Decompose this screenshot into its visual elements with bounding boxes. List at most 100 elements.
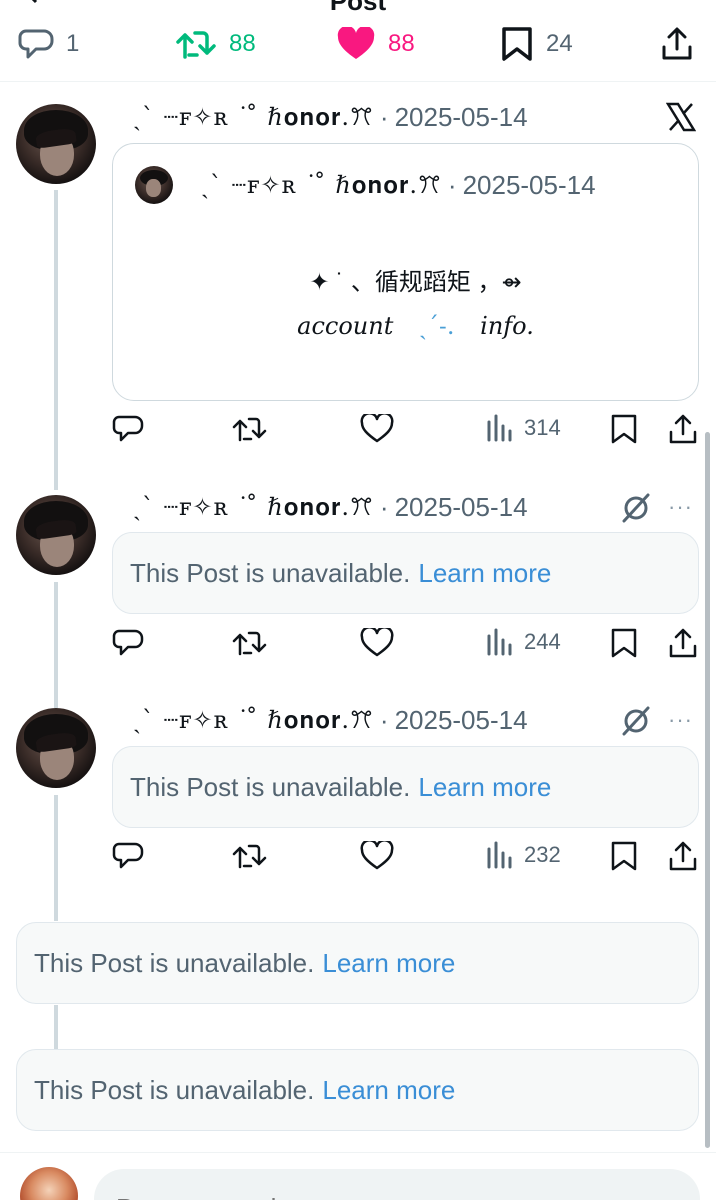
repost-button[interactable] bbox=[232, 841, 268, 871]
learn-more-link[interactable]: Learn more bbox=[418, 558, 551, 589]
x-logo-icon bbox=[666, 102, 696, 132]
thread-line bbox=[54, 795, 58, 921]
bookmark-icon bbox=[611, 628, 637, 658]
like-count: 88 bbox=[388, 30, 415, 57]
views-chart-icon bbox=[487, 841, 512, 869]
scrollbar[interactable] bbox=[705, 432, 710, 1148]
author-name[interactable]: ˎˋ ┈ꜰ✧ʀ ˙ ̊ ℏ𝐨𝐧𝐨𝐫.ꔫ bbox=[133, 706, 374, 735]
views-chart-icon bbox=[487, 414, 512, 442]
tweet-actions: 232 bbox=[112, 841, 702, 877]
more-options-icon[interactable]: ··· bbox=[668, 494, 693, 520]
tweet-header: ˎˋ ┈ꜰ✧ʀ ˙ ̊ ℏ𝐨𝐧𝐨𝐫.ꔫ · 2025-05-14 bbox=[133, 102, 528, 132]
views-count: 244 bbox=[524, 629, 561, 654]
like-button[interactable] bbox=[360, 414, 394, 444]
separator-dot: · bbox=[379, 101, 389, 132]
unavailable-text: This Post is unavailable. bbox=[130, 557, 411, 588]
avatar[interactable] bbox=[16, 104, 96, 184]
reply-button[interactable] bbox=[112, 841, 144, 871]
like-button[interactable] bbox=[360, 628, 394, 658]
page-title: Post bbox=[329, 0, 387, 16]
tweet-date[interactable]: 2025-05-14 bbox=[395, 492, 528, 523]
reply-bar bbox=[0, 1152, 716, 1200]
reply-button[interactable] bbox=[112, 628, 144, 658]
share-button[interactable] bbox=[668, 841, 698, 871]
share-button[interactable] bbox=[668, 414, 698, 444]
tweet-actions: 244 bbox=[112, 628, 702, 664]
bookmark-icon bbox=[502, 27, 532, 61]
tweet-date[interactable]: 2025-05-14 bbox=[395, 102, 528, 133]
grok-icon[interactable] bbox=[620, 492, 652, 524]
views-chart-icon bbox=[487, 628, 512, 656]
bookmark-button[interactable]: 24 bbox=[500, 26, 573, 62]
heart-icon bbox=[360, 414, 394, 443]
reply-icon bbox=[112, 415, 144, 442]
reply-button[interactable] bbox=[112, 414, 144, 444]
views-button[interactable]: 232 bbox=[486, 841, 561, 869]
heart-icon bbox=[360, 841, 394, 870]
repost-button[interactable]: 88 bbox=[175, 26, 256, 62]
author-name[interactable]: ˎˋ ┈ꜰ✧ʀ ˙ ̊ ℏ𝐨𝐧𝐨𝐫.ꔫ bbox=[133, 493, 374, 522]
like-button[interactable] bbox=[360, 841, 394, 871]
reply-button[interactable]: 1 bbox=[18, 26, 79, 62]
views-count: 314 bbox=[524, 415, 561, 440]
like-button[interactable]: 88 bbox=[336, 26, 415, 62]
bookmark-button[interactable] bbox=[610, 628, 638, 658]
repost-icon bbox=[232, 844, 267, 869]
post-action-bar: 1 88 88 24 bbox=[0, 20, 716, 82]
reply-input[interactable] bbox=[94, 1169, 700, 1200]
repost-button[interactable] bbox=[232, 414, 268, 444]
author-name[interactable]: ˎˋ ┈ꜰ✧ʀ ˙ ̊ ℏ𝐨𝐧𝐨𝐫.ꔫ bbox=[133, 103, 374, 132]
learn-more-link[interactable]: Learn more bbox=[322, 948, 455, 979]
reply-icon bbox=[112, 629, 144, 656]
views-button[interactable]: 314 bbox=[486, 414, 561, 442]
unavailable-text: This Post is unavailable. bbox=[130, 771, 411, 802]
more-options-icon[interactable]: ··· bbox=[668, 707, 693, 733]
share-icon bbox=[669, 841, 697, 871]
quoted-text-line-1: ✦ ˙ 、循规蹈矩 ，⇴ bbox=[309, 269, 522, 296]
tweet-header: ˎˋ ┈ꜰ✧ʀ ˙ ̊ ℏ𝐨𝐧𝐨𝐫.ꔫ · 2025-05-14 bbox=[133, 705, 528, 735]
share-icon bbox=[669, 414, 697, 444]
current-user-avatar[interactable] bbox=[20, 1167, 78, 1200]
separator-dot: · bbox=[379, 491, 389, 522]
avatar[interactable] bbox=[16, 708, 96, 788]
repost-button[interactable] bbox=[232, 628, 268, 658]
quoted-post-card[interactable]: ˎˋ ┈ꜰ✧ʀ ˙ ̊ ℏ𝐨𝐧𝐨𝐫.ꔫ · 2025-05-14 ✦ ˙ 、循规… bbox=[112, 143, 699, 401]
avatar[interactable] bbox=[16, 495, 96, 575]
bookmark-icon bbox=[611, 414, 637, 444]
reply-icon bbox=[112, 842, 144, 869]
unavailable-text: This Post is unavailable. bbox=[34, 1074, 315, 1105]
share-icon bbox=[669, 628, 697, 658]
thread-line bbox=[54, 582, 58, 708]
bookmark-button[interactable] bbox=[610, 414, 638, 444]
separator-dot: · bbox=[379, 704, 389, 735]
bookmark-button[interactable] bbox=[610, 841, 638, 871]
learn-more-link[interactable]: Learn more bbox=[322, 1075, 455, 1106]
views-count: 232 bbox=[524, 842, 561, 867]
thread-line bbox=[54, 1005, 58, 1049]
unavailable-text: This Post is unavailable. bbox=[34, 947, 315, 978]
unavailable-post-notice: This Post is unavailable. Learn more bbox=[112, 532, 699, 614]
tweet-date[interactable]: 2025-05-14 bbox=[395, 705, 528, 736]
back-arrow-icon[interactable] bbox=[22, 0, 42, 4]
bookmark-count: 24 bbox=[546, 30, 573, 57]
quoted-sparkle: ˎˊ˗. bbox=[419, 312, 455, 340]
unavailable-post-notice: This Post is unavailable. Learn more bbox=[16, 922, 699, 1004]
learn-more-link[interactable]: Learn more bbox=[418, 772, 551, 803]
heart-filled-icon bbox=[337, 27, 375, 59]
reply-icon bbox=[18, 29, 54, 59]
share-button[interactable] bbox=[660, 26, 694, 62]
repost-icon bbox=[176, 31, 216, 59]
quoted-date: 2025-05-14 bbox=[462, 169, 596, 200]
quoted-avatar bbox=[135, 166, 173, 204]
quoted-word-info: info. bbox=[480, 312, 534, 340]
tweet-header: ˎˋ ┈ꜰ✧ʀ ˙ ̊ ℏ𝐨𝐧𝐨𝐫.ꔫ · 2025-05-14 bbox=[133, 492, 528, 522]
repost-icon bbox=[232, 417, 267, 442]
views-button[interactable]: 244 bbox=[486, 628, 561, 656]
thread-line bbox=[54, 190, 58, 490]
share-button[interactable] bbox=[668, 628, 698, 658]
bookmark-icon bbox=[611, 841, 637, 871]
quoted-author-name: ˎˋ ┈ꜰ✧ʀ ˙ ̊ ℏ𝐨𝐧𝐨𝐫.ꔫ bbox=[201, 170, 442, 199]
unavailable-post-notice: This Post is unavailable. Learn more bbox=[16, 1049, 699, 1131]
grok-icon[interactable] bbox=[620, 705, 652, 737]
repost-count: 88 bbox=[229, 30, 256, 57]
